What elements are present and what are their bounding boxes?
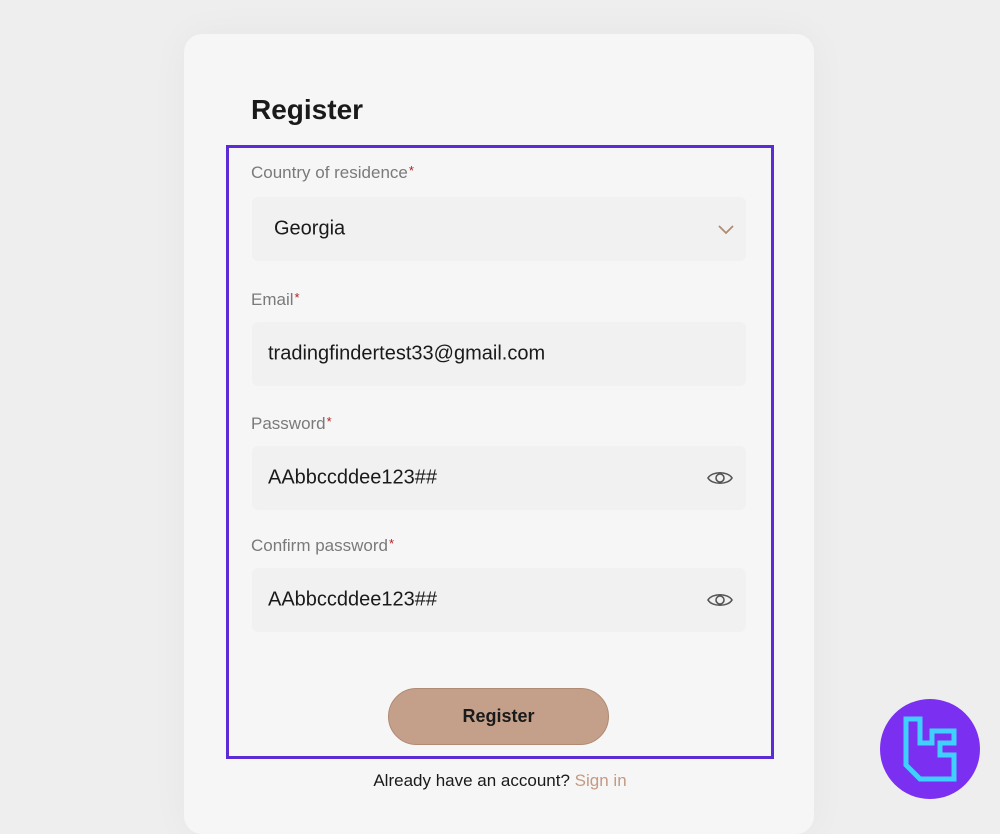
- email-value: tradingfindertest33@gmail.com: [268, 342, 546, 365]
- tradingfinder-logo-icon: [880, 699, 980, 799]
- signin-prompt: Already have an account? Sign in: [0, 771, 1000, 791]
- chevron-down-icon[interactable]: [716, 219, 736, 239]
- required-marker: *: [294, 290, 300, 305]
- email-label-text: Email: [251, 290, 294, 309]
- required-marker: *: [389, 536, 395, 551]
- eye-icon[interactable]: [706, 588, 734, 612]
- country-label: Country of residence*: [251, 163, 414, 183]
- country-label-text: Country of residence: [251, 163, 408, 182]
- confirm-password-value: AAbbccddee123##: [268, 588, 438, 611]
- required-marker: *: [408, 163, 414, 178]
- country-select[interactable]: Georgia: [252, 197, 746, 261]
- confirm-password-label-text: Confirm password: [251, 536, 388, 555]
- confirm-password-field[interactable]: AAbbccddee123##: [252, 568, 746, 632]
- password-label: Password*: [251, 414, 332, 434]
- country-value: Georgia: [274, 217, 346, 240]
- signin-prompt-text: Already have an account?: [373, 771, 570, 790]
- password-field[interactable]: AAbbccddee123##: [252, 446, 746, 510]
- required-marker: *: [326, 414, 332, 429]
- eye-icon[interactable]: [706, 466, 734, 490]
- page-title: Register: [251, 94, 364, 125]
- register-button[interactable]: Register: [388, 688, 609, 745]
- email-field[interactable]: tradingfindertest33@gmail.com: [252, 322, 746, 386]
- password-value: AAbbccddee123##: [268, 466, 438, 489]
- email-label: Email*: [251, 290, 300, 310]
- logo-glyph: [903, 716, 957, 782]
- password-label-text: Password: [251, 414, 326, 433]
- confirm-password-label: Confirm password*: [251, 536, 394, 556]
- signin-link[interactable]: Sign in: [575, 771, 627, 790]
